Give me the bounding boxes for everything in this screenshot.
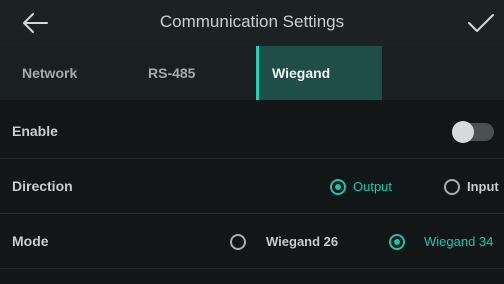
checkmark-icon [468,14,494,32]
direction-label: Direction [12,178,73,194]
communication-settings-screen: Communication Settings Network RS-485 Wi… [0,0,504,284]
enable-toggle[interactable] [452,121,494,143]
tab-wiegand[interactable]: Wiegand [256,46,382,100]
header-bar: Communication Settings [0,0,504,46]
direction-input-radio[interactable] [444,179,460,195]
confirm-button[interactable] [466,9,496,37]
tab-network[interactable]: Network [22,46,77,100]
tab-bar: Network RS-485 Wiegand [0,46,504,100]
page-title: Communication Settings [159,12,345,31]
direction-output-radio[interactable] [330,179,346,195]
active-tab-indicator [256,46,259,100]
tab-rs485[interactable]: RS-485 [148,46,195,100]
mode-wiegand34-label[interactable]: Wiegand 34 [424,215,493,268]
mode-wiegand26-label[interactable]: Wiegand 26 [266,215,338,268]
enable-row: Enable [0,105,504,159]
enable-label: Enable [12,123,58,139]
mode-row: Mode Wiegand 26 Wiegand 34 [0,215,504,269]
direction-row: Direction Output Input [0,160,504,214]
direction-input-label[interactable]: Input [467,160,499,213]
mode-label: Mode [12,233,49,249]
toggle-knob [452,121,474,143]
mode-wiegand26-radio[interactable] [230,234,246,250]
mode-wiegand34-radio[interactable] [389,234,405,250]
direction-output-label[interactable]: Output [353,160,392,213]
